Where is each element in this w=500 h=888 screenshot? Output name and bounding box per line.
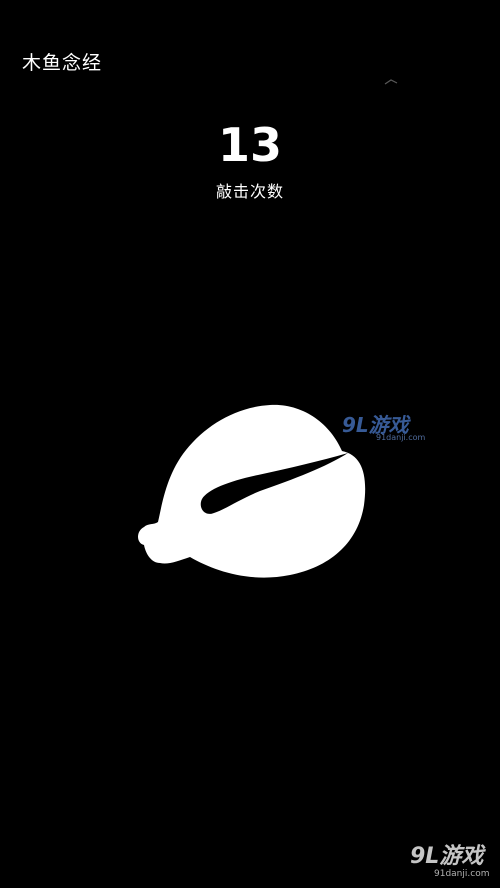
watermark-logo: 9L游戏 [342, 413, 409, 437]
watermark-corner: 9L游戏 91danji.com [410, 845, 494, 883]
watermark-url: 91danji.com [434, 869, 490, 879]
watermark-url: 91danji.com [376, 433, 426, 442]
tap-count-value: 13 [217, 118, 282, 172]
page-title: 木鱼念经 [22, 52, 103, 74]
tap-counter: 13 敲击次数 [0, 118, 500, 202]
tap-count-label: 敲击次数 [215, 182, 284, 201]
watermark-logo: 9L游戏 [410, 844, 484, 869]
watermark-center: 9L游戏 91danji.com [342, 413, 426, 447]
decorative-speck [384, 70, 398, 85]
